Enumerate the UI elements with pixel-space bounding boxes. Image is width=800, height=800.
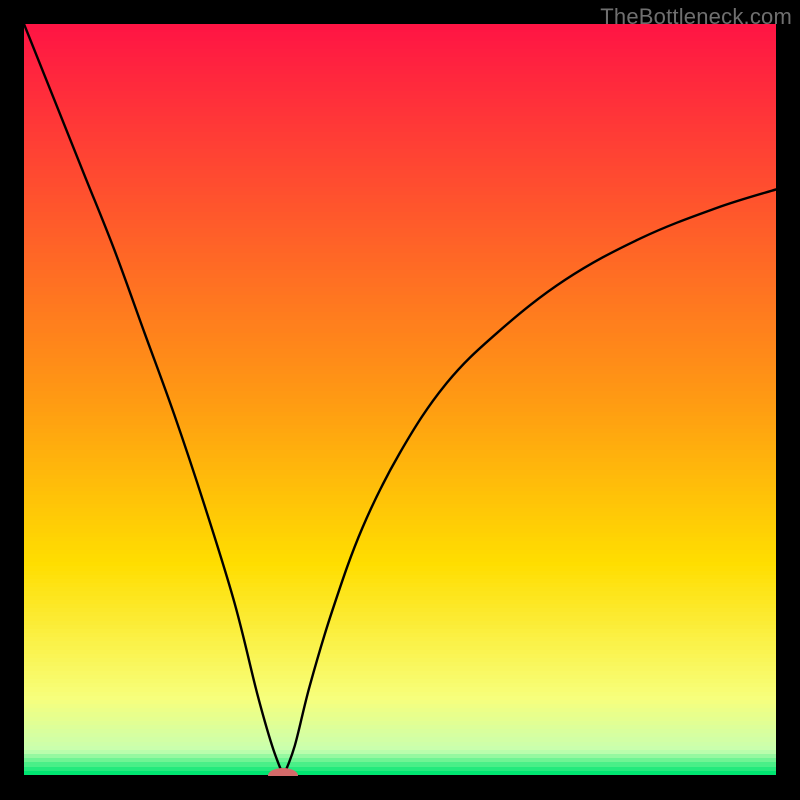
bottleneck-curve xyxy=(24,24,776,776)
optimal-point-marker xyxy=(268,768,298,776)
bottleneck-curve-path xyxy=(24,24,776,776)
chart-frame xyxy=(24,24,776,776)
plot-area xyxy=(24,24,776,776)
